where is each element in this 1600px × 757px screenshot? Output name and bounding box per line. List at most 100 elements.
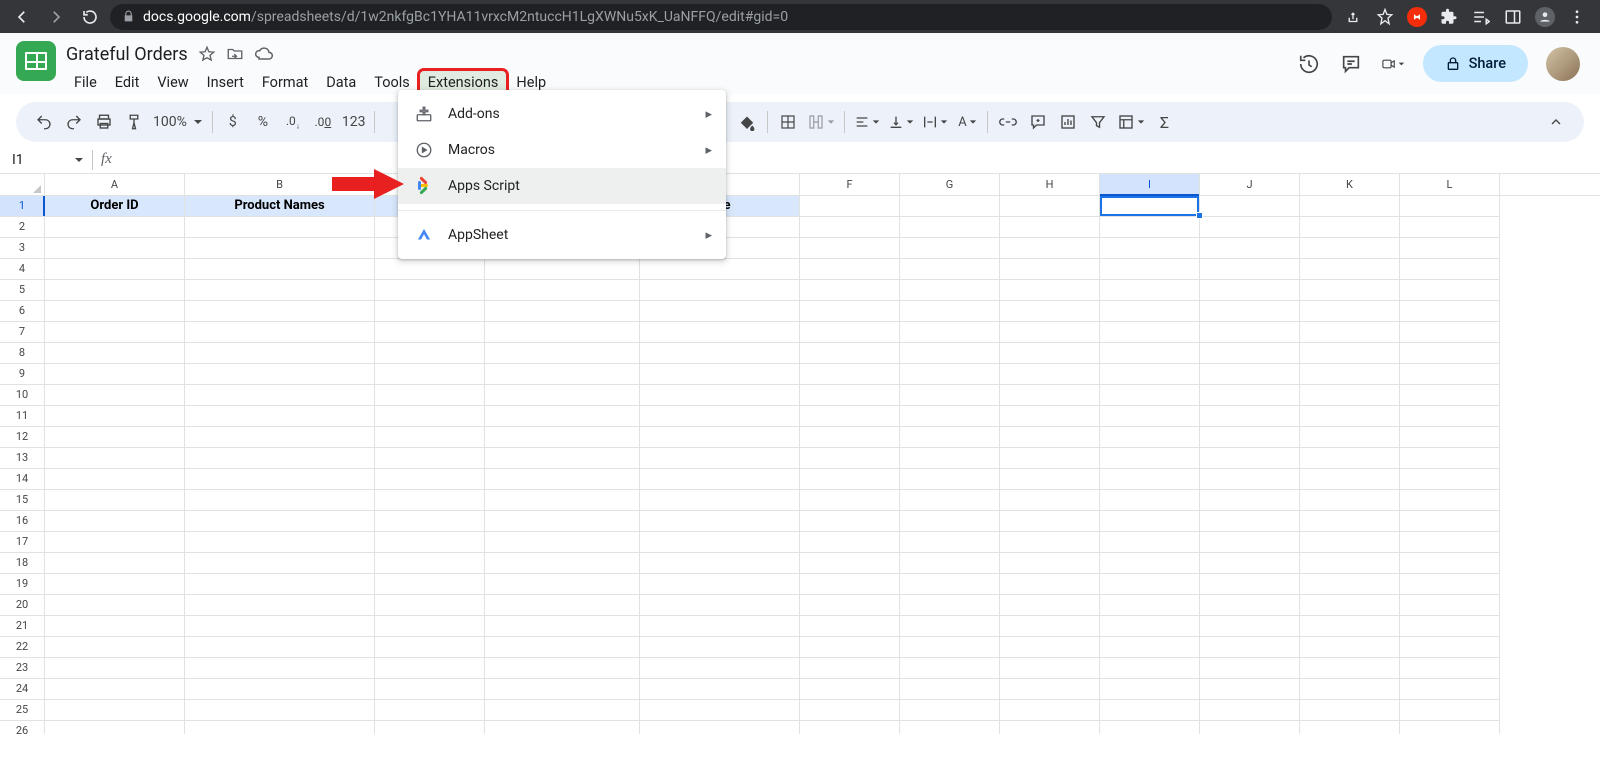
cell[interactable] [1400,616,1500,637]
cell[interactable] [1100,490,1200,511]
cell[interactable] [485,448,640,469]
cell[interactable] [1000,490,1100,511]
menu-item-apps-script[interactable]: Apps Script [398,168,726,204]
functions-button[interactable]: Σ [1150,108,1178,136]
cell[interactable] [375,574,485,595]
playlist-icon[interactable] [1470,6,1492,28]
cell[interactable] [1100,259,1200,280]
row-header[interactable]: 4 [0,259,45,280]
cell[interactable] [900,490,1000,511]
cell[interactable] [45,679,185,700]
cell[interactable] [1400,217,1500,238]
cell[interactable] [45,595,185,616]
cell[interactable] [640,259,800,280]
cell[interactable] [1100,448,1200,469]
cell[interactable] [1000,637,1100,658]
cell[interactable] [1300,217,1400,238]
fill-color-button[interactable] [733,108,761,136]
cell[interactable] [185,427,375,448]
account-avatar[interactable] [1546,47,1580,81]
cell[interactable] [185,364,375,385]
cell[interactable] [900,322,1000,343]
cell[interactable] [1100,511,1200,532]
move-folder-icon[interactable] [226,45,244,63]
cell[interactable] [800,280,900,301]
cell[interactable] [1000,343,1100,364]
cell[interactable] [485,364,640,385]
cell[interactable] [1400,511,1500,532]
merge-cells-button[interactable] [804,108,838,136]
row-header[interactable]: 9 [0,364,45,385]
cell[interactable] [1200,595,1300,616]
cell[interactable] [1400,448,1500,469]
cell[interactable] [800,217,900,238]
cell[interactable]: Product Names [185,196,375,217]
menu-data[interactable]: Data [318,71,364,94]
cell[interactable] [640,532,800,553]
spreadsheet-grid[interactable]: ABCDEFGHIJKL 1Order IDProduct NamesOrice… [0,174,1600,734]
cell[interactable] [1200,238,1300,259]
cell[interactable] [1300,553,1400,574]
row-header[interactable]: 19 [0,574,45,595]
cell[interactable] [800,406,900,427]
cell[interactable] [640,595,800,616]
cell[interactable] [45,259,185,280]
name-box[interactable]: I1 [0,152,92,168]
cell[interactable] [1300,385,1400,406]
cell[interactable] [1200,511,1300,532]
cell[interactable] [1200,658,1300,679]
cell[interactable] [900,238,1000,259]
cell[interactable] [1000,259,1100,280]
cell[interactable] [45,364,185,385]
insert-chart-button[interactable] [1054,108,1082,136]
cell[interactable] [185,280,375,301]
cell[interactable] [185,385,375,406]
cell[interactable] [45,721,185,734]
cell[interactable] [1200,721,1300,734]
cell[interactable] [185,511,375,532]
cell[interactable] [1300,196,1400,217]
cell[interactable] [1200,217,1300,238]
cell[interactable] [485,553,640,574]
row-header[interactable]: 21 [0,616,45,637]
cell[interactable] [800,196,900,217]
cell[interactable] [1400,700,1500,721]
cell[interactable] [45,658,185,679]
cell[interactable] [375,595,485,616]
cell[interactable] [1100,616,1200,637]
redo-button[interactable] [60,108,88,136]
cell[interactable] [1400,406,1500,427]
cell[interactable] [375,679,485,700]
insert-link-button[interactable] [994,108,1022,136]
cell[interactable] [375,385,485,406]
row-header[interactable]: 24 [0,679,45,700]
column-header[interactable]: J [1200,174,1300,195]
cell[interactable] [640,553,800,574]
cell[interactable] [1200,427,1300,448]
cell[interactable] [1400,196,1500,217]
cell[interactable] [1200,301,1300,322]
cell[interactable] [1400,301,1500,322]
cell[interactable] [900,385,1000,406]
cell[interactable] [1200,448,1300,469]
cell[interactable] [1100,469,1200,490]
cell[interactable] [1100,595,1200,616]
cell[interactable] [1000,427,1100,448]
cell[interactable] [800,658,900,679]
cell[interactable] [640,658,800,679]
cell[interactable] [640,616,800,637]
cell[interactable] [800,532,900,553]
cell[interactable] [45,301,185,322]
cell[interactable] [1100,427,1200,448]
row-header[interactable]: 20 [0,595,45,616]
cell[interactable] [1100,196,1200,217]
comment-icon[interactable] [1339,53,1363,75]
cell[interactable] [1200,259,1300,280]
cell[interactable] [45,322,185,343]
cell[interactable] [900,259,1000,280]
cell[interactable] [900,637,1000,658]
menu-format[interactable]: Format [254,71,316,94]
cell[interactable] [1200,322,1300,343]
cell[interactable] [375,532,485,553]
cell[interactable] [900,721,1000,734]
